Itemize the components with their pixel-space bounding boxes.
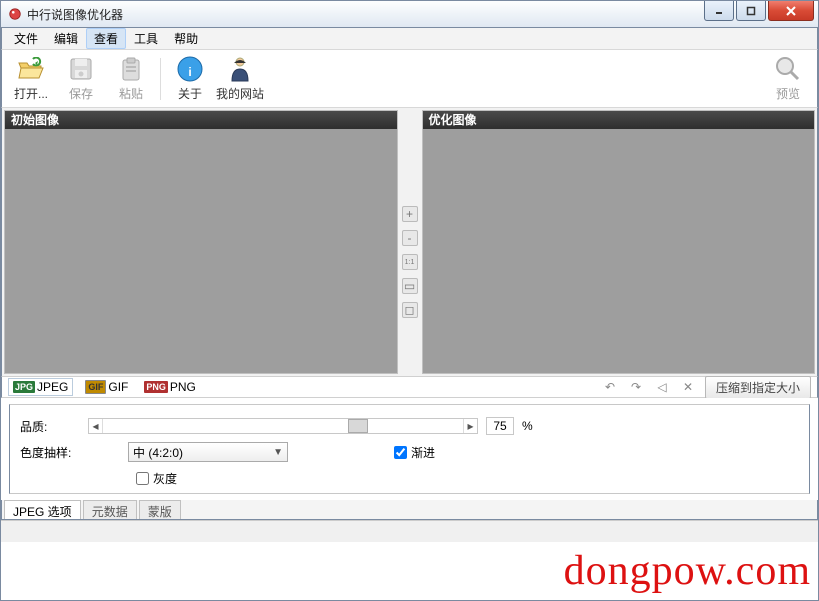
optimized-panel-header: 优化图像 (423, 111, 815, 129)
grayscale-checkbox-input[interactable] (136, 472, 149, 485)
open-label: 打开... (14, 85, 48, 102)
mysite-button[interactable]: 我的网站 (217, 54, 263, 104)
window-title: 中行说图像优化器 (27, 6, 123, 23)
chroma-value: 中 (4:2:0) (133, 444, 183, 461)
optimized-panel: 优化图像 (422, 110, 816, 374)
format-tab-jpeg[interactable]: JPG JPEG (8, 378, 73, 396)
about-button[interactable]: i 关于 (167, 54, 213, 104)
svg-text:i: i (188, 65, 191, 79)
chroma-combobox[interactable]: 中 (4:2:0) ▼ (128, 442, 288, 462)
toolbar: 打开... 保存 粘贴 i 关于 我的网站 预览 (1, 50, 818, 108)
folder-open-icon (17, 55, 45, 83)
original-panel-header: 初始图像 (5, 111, 397, 129)
chroma-label: 色度抽样: (20, 444, 80, 461)
status-bar (1, 520, 818, 542)
watermark-text: dongpow.com (564, 547, 811, 595)
slider-right-arrow-icon[interactable]: ▸ (463, 419, 477, 433)
app-icon (7, 6, 23, 22)
clipboard-icon (117, 55, 145, 83)
save-label: 保存 (69, 85, 93, 102)
format-tab-row: JPG JPEG GIF GIF PNG PNG ↶ ↷ ◁ ✕ 压缩到指定大小 (1, 376, 818, 398)
zoom-toolbar: + - 1:1 ▭ ◻ (400, 108, 420, 376)
format-gif-label: GIF (108, 380, 128, 394)
quality-unit: % (522, 419, 533, 433)
image-panels: 初始图像 + - 1:1 ▭ ◻ 优化图像 (1, 108, 818, 376)
chevron-down-icon: ▼ (273, 447, 283, 458)
original-image-area[interactable] (5, 129, 397, 373)
maximize-button[interactable] (736, 1, 766, 21)
original-panel: 初始图像 (4, 110, 398, 374)
tab-metadata[interactable]: 元数据 (83, 500, 137, 519)
info-icon: i (176, 55, 204, 83)
jpeg-badge-icon: JPG (13, 381, 35, 393)
toolbar-separator (160, 58, 161, 100)
menu-tools[interactable]: 工具 (126, 28, 166, 49)
magnifier-icon (774, 55, 802, 83)
quality-label: 品质: (20, 418, 80, 435)
paste-button[interactable]: 粘贴 (108, 54, 154, 104)
preview-label: 预览 (776, 85, 800, 102)
paste-label: 粘贴 (119, 85, 143, 102)
menu-view[interactable]: 查看 (86, 28, 126, 49)
format-png-label: PNG (170, 380, 196, 394)
redo-button[interactable]: ↷ (627, 379, 645, 395)
progressive-checkbox-input[interactable] (394, 446, 407, 459)
menu-bar: 文件 编辑 查看 工具 帮助 (1, 28, 818, 50)
settings-panel: 品质: ◂ ▸ 75 % 色度抽样: 中 (4:2:0) ▼ 渐进 灰度 (9, 404, 810, 494)
menu-edit[interactable]: 编辑 (46, 28, 86, 49)
tab-mask[interactable]: 蒙版 (139, 500, 181, 519)
zoom-screen-button[interactable]: ◻ (402, 302, 418, 318)
undo-button[interactable]: ↶ (601, 379, 619, 395)
progressive-label: 渐进 (411, 444, 435, 461)
optimized-image-area[interactable] (423, 129, 815, 373)
zoom-1to1-button[interactable]: 1:1 (402, 254, 418, 270)
slider-left-arrow-icon[interactable]: ◂ (89, 419, 103, 433)
open-button[interactable]: 打开... (8, 54, 54, 104)
delete-button[interactable]: ✕ (679, 379, 697, 395)
format-tab-png[interactable]: PNG PNG (140, 379, 200, 395)
person-icon (226, 55, 254, 83)
close-button[interactable] (768, 1, 814, 21)
window-titlebar: 中行说图像优化器 (0, 0, 819, 28)
tab-jpeg-options[interactable]: JPEG 选项 (4, 500, 81, 519)
progressive-checkbox[interactable]: 渐进 (394, 444, 435, 461)
compress-to-size-button[interactable]: 压缩到指定大小 (705, 376, 811, 399)
bottom-tab-row: JPEG 选项 元数据 蒙版 (1, 500, 818, 520)
grayscale-label: 灰度 (153, 470, 177, 487)
zoom-out-button[interactable]: - (402, 230, 418, 246)
gif-badge-icon: GIF (85, 380, 106, 394)
format-jpeg-label: JPEG (37, 380, 68, 394)
rewind-button[interactable]: ◁ (653, 379, 671, 395)
zoom-in-button[interactable]: + (402, 206, 418, 222)
quality-value-input[interactable]: 75 (486, 417, 514, 435)
save-button[interactable]: 保存 (58, 54, 104, 104)
about-label: 关于 (178, 85, 202, 102)
preview-button[interactable]: 预览 (765, 54, 811, 104)
menu-file[interactable]: 文件 (6, 28, 46, 49)
png-badge-icon: PNG (144, 381, 168, 393)
minimize-button[interactable] (704, 1, 734, 21)
format-tab-gif[interactable]: GIF GIF (81, 379, 132, 395)
mysite-label: 我的网站 (216, 85, 264, 102)
floppy-disk-icon (67, 55, 95, 83)
quality-slider[interactable]: ◂ ▸ (88, 418, 478, 434)
slider-thumb[interactable] (348, 419, 368, 433)
grayscale-checkbox[interactable]: 灰度 (136, 470, 177, 487)
zoom-fit-button[interactable]: ▭ (402, 278, 418, 294)
menu-help[interactable]: 帮助 (166, 28, 206, 49)
